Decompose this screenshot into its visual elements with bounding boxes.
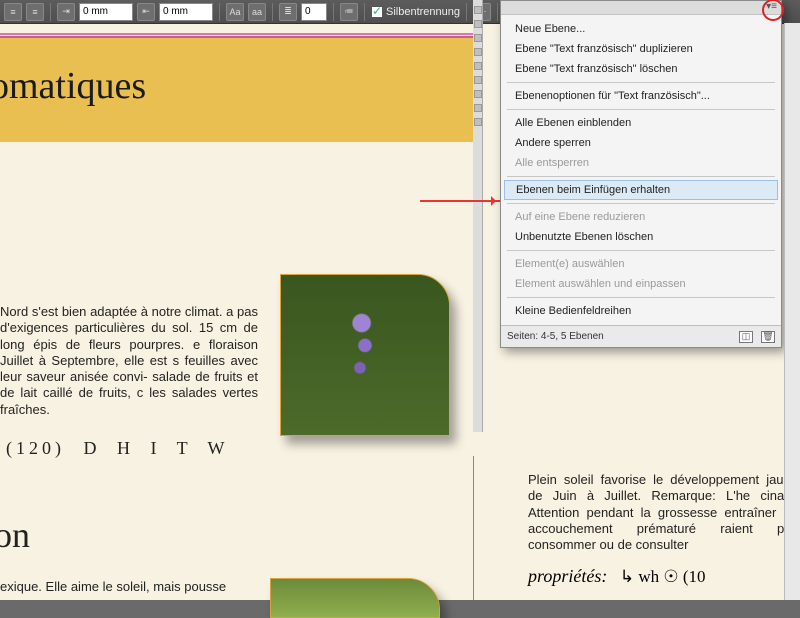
menu-item[interactable]: Ebene "Text französisch" löschen	[501, 59, 781, 79]
margin-right-field[interactable]: 0 mm	[159, 3, 213, 21]
body-text-left: Nord s'est bien adaptée à notre climat. …	[0, 304, 258, 418]
columns-field[interactable]: 0	[301, 3, 327, 21]
menu-item[interactable]: Alle Ebenen einblenden	[501, 113, 781, 133]
page-title: omatiques	[0, 64, 146, 108]
align-center-icon[interactable]: ≡	[26, 3, 44, 21]
layers-panel-footer: Seiten: 4-5, 5 Ebenen ◫ 🗑	[501, 325, 781, 347]
properties-line-2: propriétés: ↳ wh ☉ (10	[528, 566, 706, 587]
margin-left-field[interactable]: 0 mm	[79, 3, 133, 21]
delete-layer-icon[interactable]: 🗑	[761, 331, 775, 343]
menu-item: Alle entsperren	[501, 153, 781, 173]
body-text-right: Plein soleil favorise le développement j…	[528, 472, 798, 553]
menu-separator	[507, 203, 775, 204]
caps-icon[interactable]: Aa	[226, 3, 244, 21]
align-left-icon[interactable]: ≡	[4, 3, 22, 21]
vertical-scrollbar[interactable]	[784, 23, 800, 600]
hyphenation-label: Silbentrennung	[386, 6, 460, 18]
menu-item: Element(e) auswählen	[501, 254, 781, 274]
menu-separator	[507, 297, 775, 298]
menu-item[interactable]: Neue Ebene...	[501, 19, 781, 39]
menu-separator	[507, 82, 775, 83]
menu-separator	[507, 109, 775, 110]
list-icon[interactable]: ≔	[340, 3, 358, 21]
menu-item: Element auswählen und einpassen	[501, 274, 781, 294]
footer-status: Seiten: 4-5, 5 Ebenen	[507, 331, 604, 342]
menu-item[interactable]: Ebene "Text französisch" duplizieren	[501, 39, 781, 59]
layers-panel-menu: ▾≡ Neue Ebene...Ebene "Text französisch"…	[500, 0, 782, 348]
menu-item[interactable]: Ebenenoptionen für "Text französisch"...	[501, 86, 781, 106]
section-heading-2: on	[0, 514, 30, 556]
plant-photo-1[interactable]	[280, 274, 450, 436]
menu-item[interactable]: Ebenen beim Einfügen erhalten	[504, 180, 778, 200]
properties-line-1: (120) D H I T W	[6, 438, 233, 459]
menu-item: Auf eine Ebene reduzieren	[501, 207, 781, 227]
props1-prefix: (120)	[6, 438, 65, 458]
page-spine-guide	[473, 456, 474, 600]
guide-line	[0, 33, 475, 35]
indent-icon[interactable]: ⇥	[57, 3, 75, 21]
panel-dock[interactable]	[473, 0, 483, 432]
checkbox-icon	[371, 6, 383, 18]
new-layer-icon[interactable]: ◫	[739, 331, 753, 343]
menu-item[interactable]: Andere sperren	[501, 133, 781, 153]
menu-item[interactable]: Unbenutzte Ebenen löschen	[501, 227, 781, 247]
panel-menu-header: ▾≡	[501, 1, 781, 15]
props2-label: propriétés:	[528, 566, 607, 586]
panel-menu-icon[interactable]: ▾≡	[766, 1, 777, 14]
columns-icon[interactable]: ≣	[279, 3, 297, 21]
plant-photo-2[interactable]	[270, 578, 440, 618]
indent-icon-2[interactable]: ⇤	[137, 3, 155, 21]
annotation-arrow	[420, 200, 500, 202]
hyphenation-checkbox[interactable]: Silbentrennung	[371, 6, 460, 18]
props2-value: ↳ wh ☉ (10	[620, 567, 706, 586]
menu-item[interactable]: Kleine Bedienfeldreihen	[501, 301, 781, 321]
smallcaps-icon[interactable]: aa	[248, 3, 266, 21]
body-line-3: exique. Elle aime le soleil, mais pousse	[0, 579, 226, 594]
menu-separator	[507, 176, 775, 177]
menu-separator	[507, 250, 775, 251]
props1-letters: D H I T W	[84, 438, 233, 458]
